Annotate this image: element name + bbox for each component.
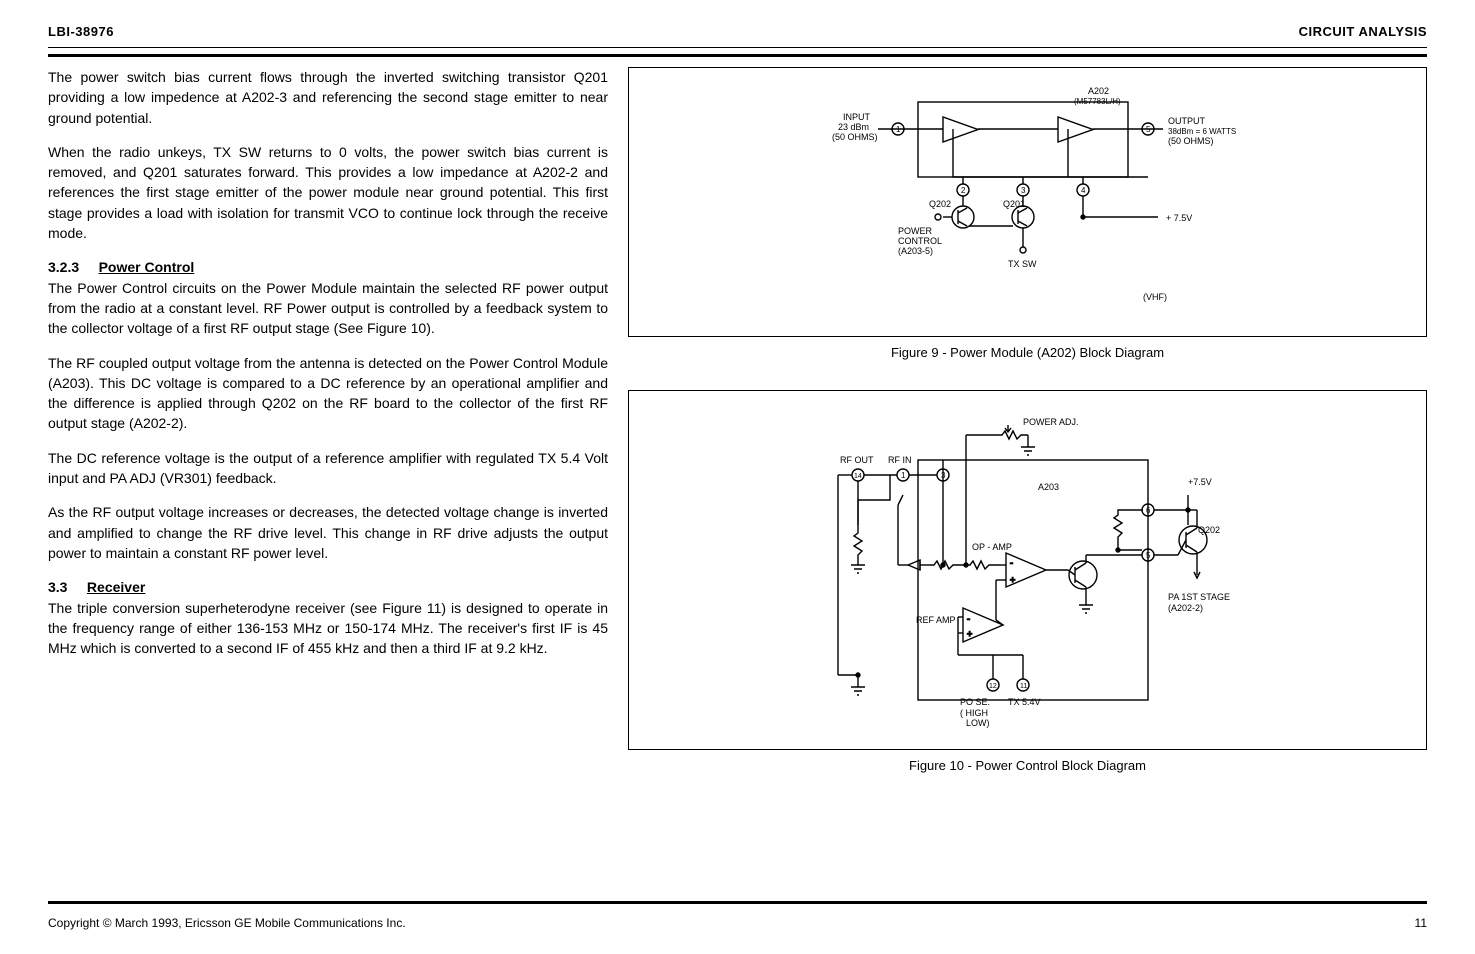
pin-3: 3 [941, 471, 946, 480]
section-number: 3.3 [48, 579, 67, 595]
refamp-minus: - [967, 614, 970, 624]
label-q201: Q201 [1003, 199, 1025, 209]
section-title: Power Control [99, 259, 195, 275]
figure-10-caption: Figure 10 - Power Control Block Diagram [628, 758, 1427, 773]
label-a203: A203 [1038, 482, 1059, 492]
label-q202: Q202 [929, 199, 951, 209]
label-a202: A202 [1088, 86, 1109, 96]
label-output: OUTPUT [1168, 116, 1206, 126]
label-rf-out: RF OUT [840, 455, 874, 465]
opamp-minus: - [1010, 558, 1013, 568]
header-left: LBI-38976 [48, 24, 114, 39]
pin-6: 6 [1146, 506, 1151, 515]
paragraph: As the RF output voltage increases or de… [48, 502, 608, 563]
pin-14: 14 [854, 473, 862, 480]
label-input-ohms: (50 OHMS) [832, 132, 878, 142]
pin-2: 2 [961, 186, 966, 195]
footer-right: 11 [1415, 916, 1427, 930]
label-power-adj: POWER ADJ. [1023, 417, 1079, 427]
label-power-control: POWER [898, 226, 933, 236]
label-tx54: TX 5.4V [1008, 697, 1041, 707]
paragraph: The Power Control circuits on the Power … [48, 278, 608, 339]
label-rf-in: RF IN [888, 455, 912, 465]
pin-12: 12 [989, 683, 997, 690]
label-input: INPUT [843, 112, 871, 122]
pin-5: 5 [1146, 551, 1151, 560]
paragraph: The DC reference voltage is the output o… [48, 448, 608, 489]
figure-9-caption: Figure 9 - Power Module (A202) Block Dia… [628, 345, 1427, 360]
figure-9-box: A202 (M57783L/H) INPUT 23 dBm (50 OHMS) … [628, 67, 1427, 337]
label-power-control2: CONTROL [898, 236, 942, 246]
footer-rule [48, 901, 1427, 904]
footer-left: Copyright © March 1993, Ericsson GE Mobi… [48, 916, 406, 930]
figure-10-box: - + - + [628, 390, 1427, 750]
pin-5: 5 [1146, 125, 1151, 134]
header-right: CIRCUIT ANALYSIS [1299, 24, 1427, 39]
label-a2022: (A202-2) [1168, 603, 1203, 613]
label-a203-5: (A203-5) [898, 246, 933, 256]
label-opamp: OP - AMP [972, 542, 1012, 552]
label-tx-sw: TX SW [1008, 259, 1037, 269]
header-rule-thin [48, 47, 1427, 48]
label-pa1st: PA 1ST STAGE [1168, 592, 1230, 602]
opamp-plus: + [1010, 575, 1015, 585]
pin-1: 1 [896, 125, 901, 134]
paragraph: The triple conversion superheterodyne re… [48, 598, 608, 659]
paragraph: The RF coupled output voltage from the a… [48, 353, 608, 434]
paragraph: The power switch bias current flows thro… [48, 67, 608, 128]
figure-10-diagram: - + - + [748, 405, 1308, 735]
refamp-plus: + [967, 629, 972, 639]
section-heading-row: 3.3 Receiver [48, 577, 608, 597]
figure-column: A202 (M57783L/H) INPUT 23 dBm (50 OHMS) … [628, 67, 1427, 803]
page-header: LBI-38976 CIRCUIT ANALYSIS [48, 24, 1427, 39]
label-vhf: (VHF) [1143, 292, 1167, 302]
label-output-ohms: (50 OHMS) [1168, 136, 1214, 146]
header-rule-thick [48, 54, 1427, 57]
section-number: 3.2.3 [48, 259, 79, 275]
label-highlow: ( HIGH [960, 708, 988, 718]
page-content: The power switch bias current flows thro… [48, 67, 1427, 803]
page-footer: Copyright © March 1993, Ericsson GE Mobi… [48, 916, 1427, 930]
section-heading-row: 3.2.3 Power Control [48, 257, 608, 277]
section-title: Receiver [87, 579, 145, 595]
pin-1: 1 [901, 471, 906, 480]
figure-9-diagram: A202 (M57783L/H) INPUT 23 dBm (50 OHMS) … [748, 82, 1308, 322]
pin-4: 4 [1081, 186, 1086, 195]
label-refamp: REF AMP [916, 615, 956, 625]
text-column: The power switch bias current flows thro… [48, 67, 608, 803]
pin-3: 3 [1021, 186, 1026, 195]
label-v75: +7.5V [1188, 477, 1212, 487]
label-pose: PO SE. [960, 697, 990, 707]
pin-11: 11 [1020, 683, 1027, 690]
paragraph: When the radio unkeys, TX SW returns to … [48, 142, 608, 243]
label-q202: Q202 [1198, 525, 1220, 535]
label-part: (M57783L/H) [1074, 97, 1121, 106]
label-input-dbm: 23 dBm [838, 122, 869, 132]
label-output-dbm: 38dBm = 6 WATTS [1168, 127, 1236, 136]
label-low: LOW) [966, 718, 990, 728]
label-v75: + 7.5V [1166, 213, 1192, 223]
